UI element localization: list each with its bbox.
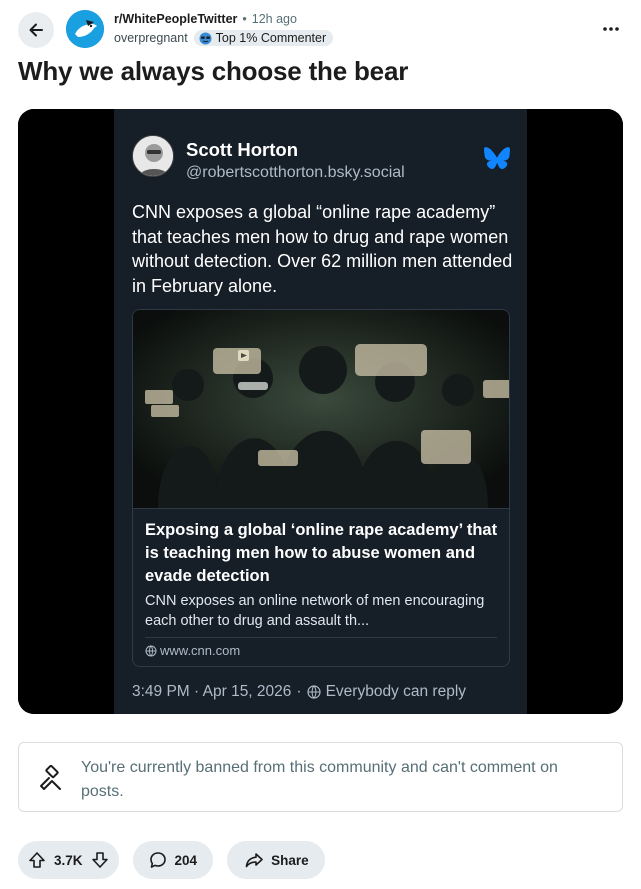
link-domain-row: www.cnn.com — [145, 643, 240, 658]
subreddit-name[interactable]: r/WhitePeopleTwitter — [114, 12, 237, 26]
media-letterbox-left — [18, 109, 114, 714]
share-button[interactable]: Share — [227, 841, 325, 879]
share-label: Share — [271, 852, 309, 868]
post-media[interactable]: Scott Horton @robertscotthorton.bsky.soc… — [18, 109, 623, 714]
back-button[interactable] — [18, 12, 54, 48]
user-flair: Top 1% Commenter — [193, 30, 334, 46]
post-time: 12h ago — [251, 12, 297, 26]
sunglasses-face-icon — [199, 32, 212, 44]
post-author[interactable]: overpregnant — [114, 31, 188, 45]
post-title: Why we always choose the bear — [18, 56, 409, 86]
link-divider — [145, 637, 497, 638]
more-options-button[interactable] — [602, 16, 620, 37]
bird-logo-icon — [66, 10, 104, 48]
link-description: CNN exposes an online network of men enc… — [145, 593, 485, 629]
bluesky-post-card: Scott Horton @robertscotthorton.bsky.soc… — [114, 109, 527, 714]
vote-control: 3.7K — [18, 841, 119, 879]
upvote-icon[interactable] — [28, 851, 46, 869]
link-domain: www.cnn.com — [160, 643, 241, 658]
post-meta: 3:49 PM · Apr 15, 2026 · Everybody can r… — [132, 683, 466, 701]
media-letterbox-right — [527, 109, 623, 714]
arrow-left-icon — [29, 23, 43, 37]
separator-dot: • — [242, 12, 247, 26]
post-header: r/WhitePeopleTwitter • 12h ago overpregn… — [18, 10, 628, 50]
link-preview-body: Exposing a global ‘online rape academy’ … — [133, 508, 509, 666]
link-preview-image — [133, 310, 509, 508]
author-avatar — [132, 135, 174, 177]
link-title[interactable]: Exposing a global ‘online rape academy’ … — [145, 519, 505, 588]
globe-icon — [145, 645, 157, 656]
banned-notice: You're currently banned from this commun… — [18, 742, 623, 812]
more-dots-icon — [603, 27, 619, 31]
author-portrait-icon — [133, 136, 173, 176]
reply-setting: Everybody can reply — [325, 683, 467, 700]
vote-count: 3.7K — [54, 852, 83, 868]
action-bar: 3.7K 204 Share — [18, 841, 325, 879]
silhouettes-illustration-icon — [133, 310, 509, 508]
comment-count: 204 — [174, 852, 198, 868]
flair-label: Top 1% Commenter — [215, 31, 327, 45]
author-name: Scott Horton — [186, 139, 299, 160]
downvote-icon[interactable] — [91, 851, 109, 869]
link-preview-card: Exposing a global ‘online rape academy’ … — [132, 309, 510, 667]
comment-bubble-icon — [149, 852, 166, 868]
bluesky-butterfly-icon — [484, 147, 510, 170]
gavel-icon — [40, 765, 61, 790]
subreddit-avatar[interactable] — [66, 10, 104, 48]
comments-button[interactable]: 204 — [132, 841, 214, 879]
post-timestamp: 3:49 PM · Apr 15, 2026 — [132, 683, 292, 700]
share-arrow-icon — [245, 853, 263, 868]
post-body-text: CNN exposes a global “online rape academ… — [132, 202, 513, 296]
meta-separator: · — [296, 683, 302, 700]
banned-message: You're currently banned from this commun… — [81, 759, 558, 800]
author-handle: @robertscotthorton.bsky.social — [186, 164, 405, 181]
globe-icon — [306, 685, 321, 699]
